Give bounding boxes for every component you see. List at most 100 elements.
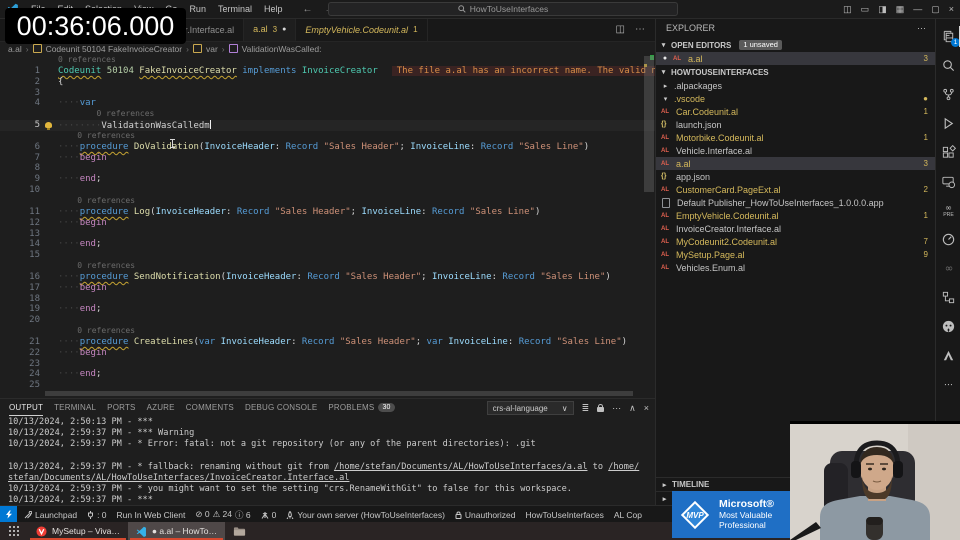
toggle-panel-icon[interactable]: ▭ (861, 4, 870, 15)
code-line[interactable]: 3 (0, 88, 655, 99)
codelens-references[interactable]: 0 references (58, 196, 135, 205)
taskbar-files[interactable] (225, 522, 254, 540)
clear-output-icon[interactable]: ≣ (582, 403, 590, 414)
output-channel-select[interactable]: crs-al-language ∨ (486, 401, 574, 415)
lock-scroll-icon[interactable] (597, 404, 605, 412)
explorer-item-app-json[interactable]: {} app.json (656, 170, 936, 183)
close-panel-icon[interactable]: × (644, 403, 649, 413)
code-line[interactable]: 16 ····procedure SendNotification(Invoice… (0, 272, 655, 283)
source-control-icon[interactable] (936, 80, 960, 109)
code-line[interactable]: 17 ····begin (0, 283, 655, 294)
code-line[interactable]: 0 references (0, 109, 655, 120)
toggle-primary-sidebar-icon[interactable]: ◫ (843, 4, 852, 15)
status-workspace[interactable]: HowToUseInterfaces (525, 510, 603, 520)
explorer-item-motorbike-codeunit-al[interactable]: AL Motorbike.Codeunit.al 1 (656, 131, 936, 144)
more-views-icon[interactable]: ⋯ (936, 370, 960, 399)
explorer-item-launch-json[interactable]: {} launch.json (656, 118, 936, 131)
split-editor-icon[interactable]: ◫ (616, 24, 625, 35)
code-line[interactable]: 19 ····end; (0, 304, 655, 315)
tab-emptyvehicle-codeunit-al[interactable]: EmptyVehicle.Codeunit.al 1 (296, 18, 428, 41)
menu-terminal[interactable]: Terminal (212, 0, 258, 18)
code-line[interactable]: 25 (0, 380, 655, 391)
more-actions-icon[interactable]: ⋯ (612, 403, 621, 414)
explorer-item-car-codeunit-al[interactable]: AL Car.Codeunit.al 1 (656, 105, 936, 118)
status-server[interactable]: Your own server (HowToUseInterfaces) (286, 510, 445, 520)
vertical-scrollbar[interactable] (643, 55, 655, 392)
status-launchpad[interactable]: Launchpad (24, 510, 77, 520)
breadcrumb-file[interactable]: a.al (8, 44, 22, 54)
extensions-icon[interactable] (936, 138, 960, 167)
status-debug-count[interactable]: : 0 (87, 510, 107, 520)
explorer-item-mycodeunit2-codeunit-al[interactable]: AL MyCodeunit2.Codeunit.al 7 (656, 235, 936, 248)
code-line[interactable]: 15 (0, 250, 655, 261)
code-line[interactable]: 21 ····procedure CreateLines(var InvoiceH… (0, 337, 655, 348)
al-language-icon[interactable] (936, 341, 960, 370)
output-path-link[interactable]: /home/stefan/Documents/AL/HowToUseInterf… (334, 462, 588, 472)
editor-more-actions-icon[interactable]: ⋯ (635, 24, 645, 35)
panel-tab-azure[interactable]: AZURE (147, 399, 175, 416)
toggle-secondary-sidebar-icon[interactable]: ◨ (878, 4, 887, 15)
remote-indicator[interactable] (0, 506, 17, 523)
scrollbar-thumb[interactable] (644, 56, 654, 192)
code-line[interactable]: 6 ····procedure DoValidation(InvoiceHeade… (0, 142, 655, 153)
explorer-item-default-publisher-howtouseinterfaces-1-0-0-0-app[interactable]: Default Publisher_HowToUseInterfaces_1.0… (656, 196, 936, 209)
breadcrumb-symbol[interactable]: ValidationWasCalled: (242, 44, 322, 54)
tab-a-al[interactable]: a.al 3 ● (244, 18, 297, 41)
nav-back-icon[interactable]: ← (302, 4, 312, 15)
menu-run[interactable]: Run (183, 0, 212, 18)
workspace-section-header[interactable]: ▾ HOWTOUSEINTERFACES (656, 65, 936, 79)
status-run-in-web-client[interactable]: Run In Web Client (117, 510, 186, 520)
taskbar-vscode[interactable]: ● a.al – HowTo… (127, 522, 226, 540)
panel-tab-problems[interactable]: PROBLEMS 30 (328, 399, 395, 416)
output-log[interactable]: 10/13/2024, 2:50:13 PM - *** 10/13/2024, … (0, 417, 655, 506)
code-line[interactable]: 18 (0, 294, 655, 305)
codelens-references[interactable]: 0 references (58, 326, 135, 335)
code-line[interactable]: 14 ····end; (0, 239, 655, 250)
output-path-link[interactable]: /home/ (608, 462, 639, 472)
code-line[interactable]: 9 ····end; (0, 174, 655, 185)
status-al-cop[interactable]: AL Cop (614, 510, 642, 520)
code-line[interactable]: 4 ····var (0, 98, 655, 109)
run-debug-icon[interactable] (936, 109, 960, 138)
panel-tab-terminal[interactable]: TERMINAL (54, 399, 96, 416)
code-line[interactable]: 2{ (0, 77, 655, 88)
breadcrumb-codeunit[interactable]: Codeunit 50104 FakeInvoiceCreator (46, 44, 183, 54)
code-line[interactable]: 20 (0, 315, 655, 326)
explorer-item-customercard-pageext-al[interactable]: AL CustomerCard.PageExt.al 2 (656, 183, 936, 196)
close-button[interactable]: × (949, 4, 954, 14)
code-line[interactable]: 8 (0, 163, 655, 174)
status-auth[interactable]: Unauthorized (455, 510, 515, 520)
panel-tab-comments[interactable]: COMMENTS (186, 399, 234, 416)
explorer-item-vehicle-interface-al[interactable]: AL Vehicle.Interface.al (656, 144, 936, 157)
code-line[interactable]: 22 ····begin (0, 348, 655, 359)
code-line[interactable]: 0 references (0, 196, 655, 207)
codelens-references[interactable]: 0 references (58, 131, 135, 140)
panel-tab-output[interactable]: OUTPUT (9, 399, 43, 416)
azure-devops-icon[interactable]: ∞ (936, 254, 960, 283)
al-object-designer-icon[interactable] (936, 225, 960, 254)
output-path-link[interactable]: stefan/Documents/AL/HowToUseInterfaces/I… (8, 473, 349, 483)
codelens-references[interactable]: 0 references (58, 109, 155, 118)
code-line[interactable]: 11 ····procedure Log(InvoiceHeader: Recor… (0, 207, 655, 218)
explorer-more-actions-icon[interactable]: ⋯ (917, 23, 926, 34)
github-icon[interactable] (936, 312, 960, 341)
maximize-panel-icon[interactable]: ∧ (629, 403, 636, 414)
remote-explorer-icon[interactable] (936, 167, 960, 196)
code-line[interactable]: 23 (0, 359, 655, 370)
open-editors-header[interactable]: ▾ OPEN EDITORS 1 unsaved (656, 38, 936, 52)
menu-help[interactable]: Help (258, 0, 289, 18)
code-line[interactable]: 12 ····begin (0, 218, 655, 229)
panel-tab-debug-console[interactable]: DEBUG CONSOLE (245, 399, 317, 416)
code-line[interactable]: 1 Codeunit 50104 FakeInvoiceCreator imple… (0, 65, 655, 77)
restore-button[interactable]: ▢ (931, 4, 940, 15)
symbols-icon[interactable] (936, 283, 960, 312)
search-icon[interactable] (936, 51, 960, 80)
code-line[interactable]: 10 (0, 185, 655, 196)
explorer-item-emptyvehicle-codeunit-al[interactable]: AL EmptyVehicle.Codeunit.al 1 (656, 209, 936, 222)
minimize-button[interactable]: — (913, 4, 922, 14)
command-center-search[interactable]: HowToUseInterfaces (328, 2, 678, 16)
status-broadcast[interactable]: 0 (261, 510, 276, 520)
explorer-item--alpackages[interactable]: ▸ .alpackages (656, 79, 936, 92)
code-line[interactable]: 0 references (0, 326, 655, 337)
code-line[interactable]: 5 ········ValidationWasCalledm (0, 120, 655, 131)
